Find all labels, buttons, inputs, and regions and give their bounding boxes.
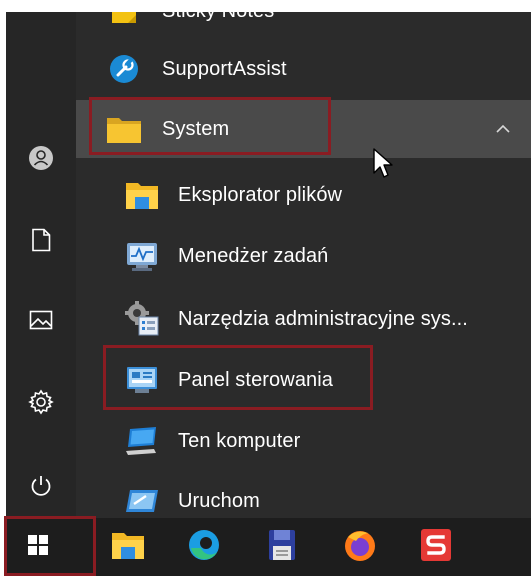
power-icon (29, 474, 53, 498)
settings-icon (28, 389, 54, 415)
taskbar-firefox[interactable] (330, 518, 390, 576)
app-item-label: Menedżer zadań (178, 244, 329, 267)
app-item-label: Narzędzia administracyjne sys... (178, 307, 468, 330)
pictures-icon (29, 309, 53, 331)
file-explorer-icon (110, 529, 146, 566)
user-button[interactable] (6, 130, 76, 186)
app-item-label: Sticky Notes (162, 12, 274, 23)
folder-icon (106, 111, 142, 147)
app-item-file-explorer[interactable]: Eksplorator plików (76, 166, 531, 224)
app-item-label: Uruchom (178, 489, 260, 512)
save-disk-icon (267, 528, 297, 567)
taskbar-file-explorer[interactable] (98, 518, 158, 576)
app-item-label: SupportAssist (162, 57, 287, 80)
power-button[interactable] (6, 458, 76, 514)
app-folder-label: System (162, 117, 230, 140)
app-list: Sticky Notes SupportAssist (76, 12, 531, 518)
app-item-label: Eksplorator plików (178, 183, 343, 206)
app-item-control-panel[interactable]: Panel sterowania (76, 351, 531, 409)
app-item-supportassist[interactable]: SupportAssist (76, 40, 531, 98)
sticky-notes-icon (106, 12, 142, 29)
app-item-task-manager[interactable]: Menedżer zadań (76, 227, 531, 285)
edge-icon (187, 528, 221, 567)
task-manager-icon (122, 236, 162, 276)
taskbar-save-app[interactable] (252, 518, 312, 576)
s-app-icon (420, 528, 452, 567)
start-menu: Sticky Notes SupportAssist (6, 12, 531, 576)
app-item-admin-tools[interactable]: Narzędzia administracyjne sys... (76, 290, 531, 348)
app-item-sticky-notes[interactable]: Sticky Notes (76, 12, 531, 40)
settings-button[interactable] (6, 374, 76, 430)
mouse-cursor-icon (372, 147, 394, 184)
taskbar (6, 518, 531, 576)
control-panel-icon (122, 360, 162, 400)
documents-icon (30, 228, 52, 252)
run-icon (122, 481, 162, 521)
pictures-button[interactable] (6, 292, 76, 348)
windows-start-icon (27, 534, 49, 561)
support-assist-icon (106, 51, 142, 87)
chevron-up-icon[interactable] (495, 122, 511, 140)
user-icon (28, 145, 54, 171)
app-item-label: Panel sterowania (178, 368, 334, 391)
this-pc-icon (122, 421, 162, 461)
taskbar-s-app[interactable] (406, 518, 466, 576)
documents-button[interactable] (6, 212, 76, 268)
file-explorer-icon (122, 175, 162, 215)
start-menu-rail (6, 12, 76, 518)
taskbar-edge[interactable] (174, 518, 234, 576)
firefox-icon (342, 527, 378, 568)
app-item-label: Ten komputer (178, 429, 301, 452)
app-item-this-pc[interactable]: Ten komputer (76, 412, 531, 470)
admin-tools-icon (122, 299, 162, 339)
start-button[interactable] (8, 518, 68, 576)
app-folder-system[interactable]: System (76, 100, 531, 158)
